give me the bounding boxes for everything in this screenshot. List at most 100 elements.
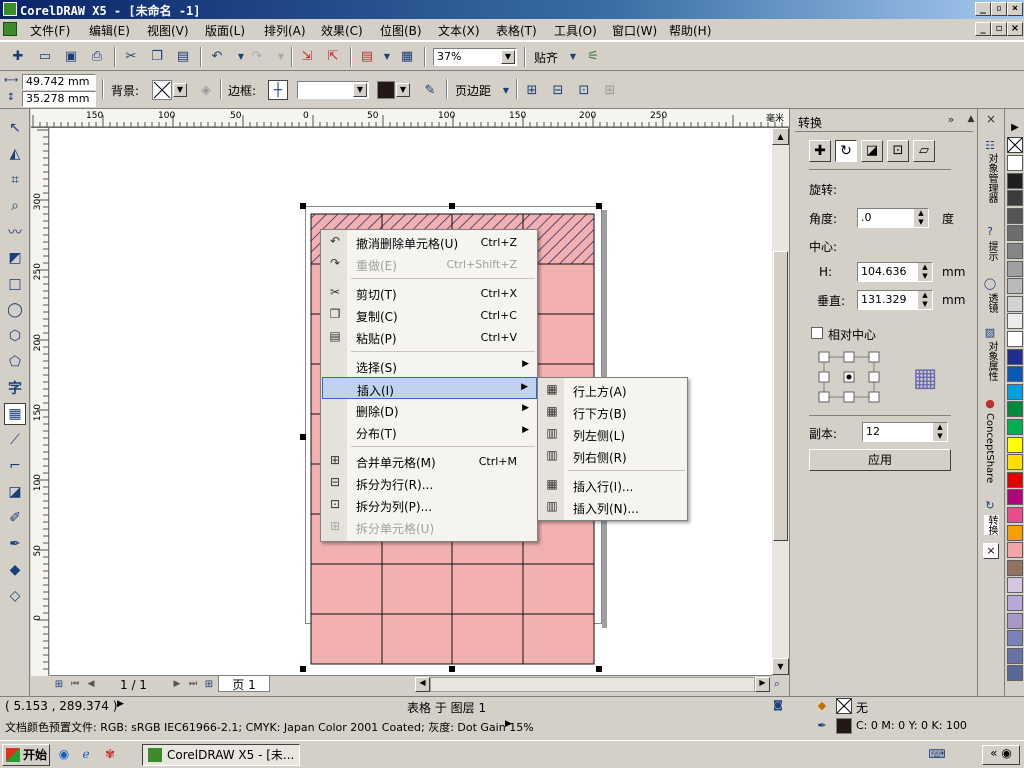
palette-swatch[interactable] [1007, 348, 1023, 365]
export-icon[interactable]: ⇱ [324, 47, 342, 65]
zoom-tool-icon[interactable]: ⌕ [4, 195, 26, 217]
eyedropper-tool-icon[interactable]: ✐ [4, 507, 26, 529]
v-spinner-icon[interactable]: ▲ ▼ [918, 291, 932, 309]
outline-tool-icon[interactable]: ✒ [4, 533, 26, 555]
tab-hints[interactable]: 提示 [984, 241, 999, 261]
scale-mirror-tab-icon[interactable]: ◪ [861, 140, 883, 162]
pinned-app-icon[interactable]: ✾ [102, 746, 118, 762]
fill-none-swatch[interactable] [836, 698, 852, 714]
outline-color-swatch[interactable] [836, 718, 852, 734]
palette-swatch[interactable] [1007, 489, 1023, 506]
menu-file[interactable]: 文件(F) [30, 22, 70, 39]
anchor-grid[interactable] [818, 351, 880, 403]
doc-close-button[interactable]: × [1007, 22, 1023, 36]
vertical-scrollbar[interactable]: ▲ ▼ [772, 128, 789, 675]
menu-bitmaps[interactable]: 位图(B) [380, 22, 422, 39]
submenu-insert-columns[interactable]: ▥ 插入列(N)... [539, 496, 687, 518]
open-folder-icon[interactable]: ▭ [36, 47, 54, 65]
smart-fill-icon[interactable]: ◩ [4, 247, 26, 269]
palette-swatch[interactable] [1007, 278, 1023, 295]
transform-icon[interactable]: ↻ [982, 497, 998, 513]
menu-item-split-cell[interactable]: ⊞ 拆分单元格(U) [322, 516, 537, 538]
palette-swatch[interactable] [1007, 595, 1023, 611]
outline-pen-icon[interactable]: ✎ [421, 81, 439, 99]
cut-icon[interactable]: ✂ [122, 47, 140, 65]
doc-minimize-button[interactable]: _ [975, 22, 991, 36]
menu-item-undo[interactable]: ↶ 撤消删除单元格(U) Ctrl+Z [322, 231, 537, 253]
last-page-icon[interactable]: ⏭ [186, 676, 200, 692]
h-spinner-icon[interactable]: ▲ ▼ [918, 263, 932, 281]
interactive-fill-icon[interactable]: ◇ [4, 585, 26, 607]
palette-swatch[interactable] [1007, 243, 1023, 259]
menu-text[interactable]: 文本(X) [438, 22, 480, 39]
interactive-effects-icon[interactable]: ◪ [4, 481, 26, 503]
close-tab-icon[interactable]: × [983, 543, 999, 559]
snap-to-label[interactable]: 贴齐 [534, 49, 558, 66]
split-cell-icon[interactable]: ⊞ [601, 81, 619, 99]
redo-icon[interactable]: ↷ [248, 47, 266, 65]
maximize-button[interactable]: ▫ [991, 2, 1007, 16]
split-columns-icon[interactable]: ⊡ [575, 81, 593, 99]
pick-tool-icon[interactable]: ↖ [4, 117, 26, 139]
table-width-field[interactable]: 49.742 mm [22, 74, 96, 90]
redo-dropdown-icon[interactable]: ▼ [272, 47, 290, 65]
tab-object-properties[interactable]: 对象属性 [984, 341, 999, 381]
welcome-screen-icon[interactable]: ▦ [398, 47, 416, 65]
submenu-row-below[interactable]: ▦ 行下方(B) [539, 401, 687, 423]
ellipse-tool-icon[interactable]: ◯ [4, 299, 26, 321]
palette-swatch[interactable] [1007, 559, 1023, 576]
vertical-ruler[interactable]: 300 250 200 150 100 50 0 [31, 128, 49, 676]
palette-swatch[interactable] [1007, 454, 1023, 471]
margin-dropdown-icon[interactable]: ▼ [497, 81, 515, 99]
paste-icon[interactable]: ▤ [174, 47, 192, 65]
polygon-tool-icon[interactable]: ⬡ [4, 325, 26, 347]
copies-spinner-icon[interactable]: ▲ ▼ [933, 423, 947, 441]
palette-swatch[interactable] [1007, 665, 1023, 682]
add-page-before-icon[interactable]: ⊞ [52, 676, 66, 692]
palette-scroll-up-icon[interactable]: ▶ [1007, 119, 1023, 135]
palette-swatch[interactable] [1007, 524, 1023, 541]
palette-swatch[interactable] [1007, 383, 1023, 400]
crop-tool-icon[interactable]: ⌗ [4, 169, 26, 191]
lens-icon[interactable]: ◯ [982, 275, 998, 291]
menu-arrange[interactable]: 排列(A) [264, 22, 306, 39]
scroll-up-button[interactable]: ▲ [772, 128, 789, 145]
menu-layout[interactable]: 版面(L) [205, 22, 245, 39]
expand-status-icon[interactable]: ▶ [117, 699, 124, 709]
size-tab-icon[interactable]: ⊡ [887, 140, 909, 162]
palette-swatch[interactable] [1007, 260, 1023, 277]
palette-swatch[interactable] [1007, 295, 1023, 312]
previous-page-icon[interactable]: ◀ [84, 676, 98, 692]
rectangle-tool-icon[interactable]: □ [4, 273, 26, 295]
palette-swatch[interactable] [1007, 313, 1023, 330]
menu-help[interactable]: 帮助(H) [669, 22, 711, 39]
menu-item-merge-cells[interactable]: ⊞ 合并单元格(M) Ctrl+M [322, 450, 537, 472]
palette-swatch[interactable] [1007, 207, 1023, 224]
snapshot-icon[interactable]: ◙ [770, 697, 786, 713]
horizontal-scrollbar[interactable] [430, 677, 755, 692]
menu-item-split-rows[interactable]: ⊟ 拆分为行(R)... [322, 472, 537, 494]
merge-cells-icon[interactable]: ⊞ [523, 81, 541, 99]
palette-swatch[interactable] [1007, 366, 1023, 383]
save-icon[interactable]: ▣ [62, 47, 80, 65]
menu-item-select[interactable]: 选择(S) ▶ [322, 355, 537, 377]
border-color-swatch[interactable] [377, 81, 395, 99]
palette-swatch[interactable] [1007, 190, 1023, 207]
launcher-dropdown-icon[interactable]: ▼ [378, 47, 396, 65]
profile-arrow-icon[interactable]: ▶ [505, 719, 512, 729]
tab-object-manager[interactable]: 对象管理器 [984, 153, 999, 203]
menu-effects[interactable]: 效果(C) [321, 22, 363, 39]
fill-tool-icon[interactable]: ◆ [4, 559, 26, 581]
start-button[interactable]: 开始 [2, 744, 50, 766]
menu-item-copy[interactable]: ❐ 复制(C) Ctrl+C [322, 304, 537, 326]
border-width-dropdown-icon[interactable]: ▼ [353, 83, 367, 97]
menu-item-insert[interactable]: 插入(I) ▶ [322, 377, 537, 399]
no-color-swatch[interactable] [1007, 137, 1023, 153]
submenu-column-right[interactable]: ▥ 列右侧(R) [539, 445, 687, 467]
edit-fill-icon[interactable]: ◈ [197, 81, 215, 99]
submenu-column-left[interactable]: ▥ 列左侧(L) [539, 423, 687, 445]
skew-tab-icon[interactable]: ▱ [913, 140, 935, 162]
palette-swatch[interactable] [1007, 630, 1023, 647]
keyboard-icon[interactable]: ⌨ [928, 746, 946, 762]
tab-transform[interactable]: 转换 [984, 515, 999, 535]
